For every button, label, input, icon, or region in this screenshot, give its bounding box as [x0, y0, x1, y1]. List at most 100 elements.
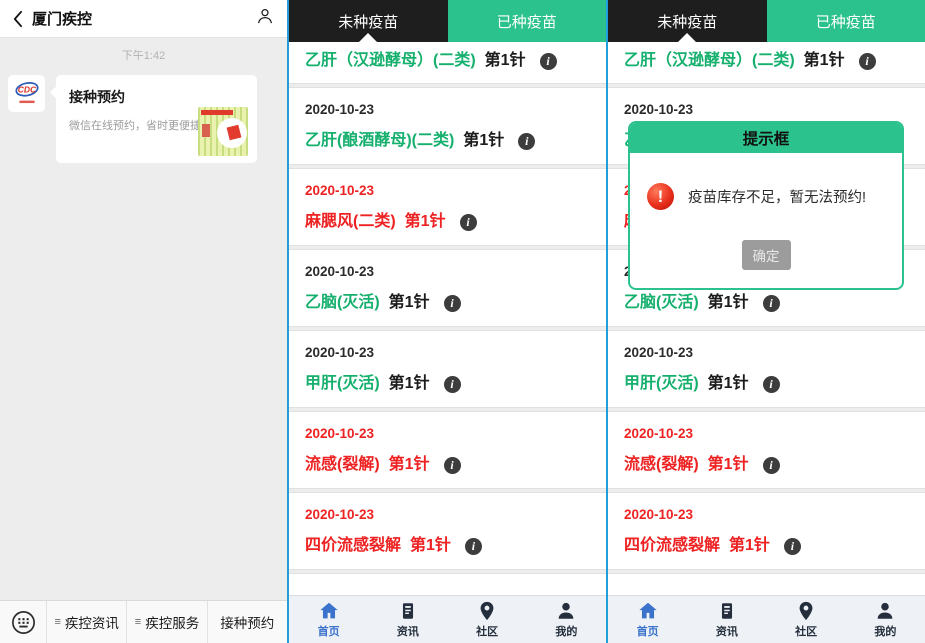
- dialog-body: ! 疫苗库存不足，暂无法预约!: [630, 153, 902, 240]
- vaccine-name: 流感(裂解): [624, 453, 699, 477]
- vaccine-list-item[interactable]: 2020-10-23乙肝(酿酒酵母)(二类)第1针i: [289, 88, 606, 164]
- nav-item-profile[interactable]: 我的: [846, 596, 925, 643]
- info-icon[interactable]: i: [784, 538, 801, 555]
- back-button[interactable]: [12, 10, 23, 28]
- dialog-title: 提示框: [630, 123, 902, 153]
- vaccine-name: 四价流感裂解: [305, 534, 401, 558]
- vaccine-name: 麻腮风(二类): [305, 210, 396, 234]
- vaccine-list-item[interactable]: 2020-10-23乙脑(灭活)第1针i: [289, 250, 606, 326]
- menu-item-cdc-services[interactable]: ≡ 疾控服务: [126, 601, 206, 643]
- info-icon[interactable]: i: [444, 457, 461, 474]
- tab-bar: 未种疫苗 已种疫苗: [608, 0, 925, 42]
- vaccine-app-panel-modal: 未种疫苗 已种疫苗 乙肝（汉逊酵母）(二类)第1针i2020-10-23乙肝(酿…: [606, 0, 925, 643]
- card-title: 接种预约: [69, 87, 247, 107]
- vaccine-list: 乙肝（汉逊酵母）(二类)第1针i2020-10-23乙肝(酿酒酵母)(二类)第1…: [289, 42, 606, 595]
- vaccine-name: 乙肝（汉逊酵母）(二类): [305, 49, 476, 73]
- thumbnail-red-title: [201, 110, 233, 115]
- vaccine-list-item[interactable]: 2020-10-23 甲肝(灭活) 第1针 i: [289, 331, 606, 407]
- confirm-button[interactable]: 确定: [742, 240, 791, 270]
- nav-item-home[interactable]: 首页: [289, 596, 368, 643]
- nav-label: 资讯: [397, 623, 419, 639]
- nav-item-community[interactable]: 社区: [767, 596, 846, 643]
- vaccine-date: 2020-10-23: [305, 424, 590, 443]
- info-icon[interactable]: i: [460, 214, 477, 231]
- nav-item-news[interactable]: 资讯: [368, 596, 447, 643]
- vaccine-dose: 第1针: [729, 534, 770, 558]
- nav-label: 首页: [318, 623, 340, 639]
- tab-vaccinated[interactable]: 已种疫苗: [448, 0, 607, 42]
- vaccine-date: 2020-10-23: [624, 424, 909, 443]
- vaccine-dose: 第1针: [389, 372, 430, 396]
- nav-item-news[interactable]: 资讯: [687, 596, 766, 643]
- community-icon: [476, 600, 498, 622]
- vaccine-name: 甲肝(灭活): [624, 372, 699, 396]
- nav-label: 社区: [476, 623, 498, 639]
- vaccine-dose: 第1针: [804, 49, 845, 73]
- cdc-logo-icon: CDC: [10, 77, 44, 111]
- wechat-chat-panel: 厦门疾控 下午1:42 CDC 接种预约 微信在线预约，省时更便捷。: [0, 0, 287, 643]
- vaccine-name: 乙肝(酿酒酵母)(二类): [305, 129, 454, 153]
- vaccine-list-item[interactable]: 乙肝（汉逊酵母）(二类)第1针i: [608, 42, 925, 83]
- submenu-indicator-icon: ≡: [54, 617, 60, 628]
- news-icon: [397, 600, 419, 622]
- menu-label: 疾控服务: [145, 612, 199, 632]
- screenshot-composite: 厦门疾控 下午1:42 CDC 接种预约 微信在线预约，省时更便捷。: [0, 0, 925, 643]
- vaccine-date: 2020-10-23: [305, 505, 590, 524]
- nav-item-community[interactable]: 社区: [448, 596, 527, 643]
- info-icon[interactable]: i: [763, 295, 780, 312]
- home-icon: [318, 600, 340, 622]
- news-icon: [716, 600, 738, 622]
- back-chevron-icon: [12, 10, 23, 28]
- vaccine-name: 甲肝(灭活): [305, 372, 380, 396]
- vaccine-list-item[interactable]: 乙肝（汉逊酵母）(二类)第1针i: [289, 42, 606, 83]
- vaccine-dose: 第1针: [405, 210, 446, 234]
- chat-title: 厦门疾控: [32, 8, 255, 29]
- active-tab-notch: [678, 33, 696, 42]
- menu-label: 接种预约: [220, 612, 274, 632]
- alert-dialog: 提示框 ! 疫苗库存不足，暂无法预约! 确定: [628, 121, 904, 290]
- info-icon[interactable]: i: [444, 295, 461, 312]
- info-icon[interactable]: i: [444, 376, 461, 393]
- wechat-header: 厦门疾控: [0, 0, 287, 38]
- dialog-message: 疫苗库存不足，暂无法预约!: [688, 186, 866, 207]
- active-tab-notch: [359, 33, 377, 42]
- list-separator: [608, 569, 925, 574]
- menu-label: 疾控资讯: [65, 612, 119, 632]
- dialog-footer: 确定: [630, 240, 902, 288]
- vaccine-list-item[interactable]: 2020-10-23甲肝(灭活)第1针i: [608, 331, 925, 407]
- info-icon[interactable]: i: [518, 133, 535, 150]
- vaccine-date: 2020-10-23: [624, 100, 909, 119]
- vaccine-date: 2020-10-23: [305, 343, 590, 362]
- nav-item-home[interactable]: 首页: [608, 596, 687, 643]
- link-card-message[interactable]: 接种预约 微信在线预约，省时更便捷。: [56, 75, 257, 163]
- info-icon[interactable]: i: [763, 376, 780, 393]
- avatar[interactable]: CDC: [8, 75, 45, 112]
- vaccine-dose: 第1针: [389, 453, 430, 477]
- submenu-indicator-icon: ≡: [135, 617, 141, 628]
- vaccine-name: 流感(裂解): [305, 453, 380, 477]
- tab-vaccinated[interactable]: 已种疫苗: [767, 0, 925, 42]
- list-separator: [289, 569, 606, 574]
- vaccine-list-item[interactable]: 2020-10-23四价流感裂解第1针i: [608, 493, 925, 569]
- menu-item-cdc-news[interactable]: ≡ 疾控资讯: [46, 601, 126, 643]
- keyboard-toggle-button[interactable]: [0, 601, 46, 643]
- vaccine-list-item[interactable]: 2020-10-23四价流感裂解第1针i: [289, 493, 606, 569]
- profile-icon: [555, 600, 577, 622]
- nav-label: 资讯: [716, 623, 738, 639]
- nav-item-profile[interactable]: 我的: [527, 596, 606, 643]
- info-icon[interactable]: i: [465, 538, 482, 555]
- menu-item-vaccination-booking[interactable]: 接种预约: [207, 601, 287, 643]
- bottom-nav: 首页资讯 社区我的: [608, 595, 925, 643]
- message-timestamp: 下午1:42: [0, 47, 287, 63]
- contact-profile-button[interactable]: [255, 6, 275, 31]
- bottom-nav: 首页 资讯 社区 我的: [289, 595, 606, 643]
- nav-label: 我的: [874, 623, 896, 639]
- vaccine-list-item[interactable]: 2020-10-23流感(裂解)第1针i: [608, 412, 925, 488]
- vaccine-list-item[interactable]: 2020-10-23 流感(裂解) 第1针 i: [289, 412, 606, 488]
- info-icon[interactable]: i: [763, 457, 780, 474]
- info-icon[interactable]: i: [540, 53, 557, 70]
- vaccine-list-item[interactable]: 2020-10-23麻腮风(二类)第1针i: [289, 169, 606, 245]
- vaccine-dose: 第1针: [463, 129, 504, 153]
- tab-bar: 未种疫苗 已种疫苗: [289, 0, 606, 42]
- info-icon[interactable]: i: [859, 53, 876, 70]
